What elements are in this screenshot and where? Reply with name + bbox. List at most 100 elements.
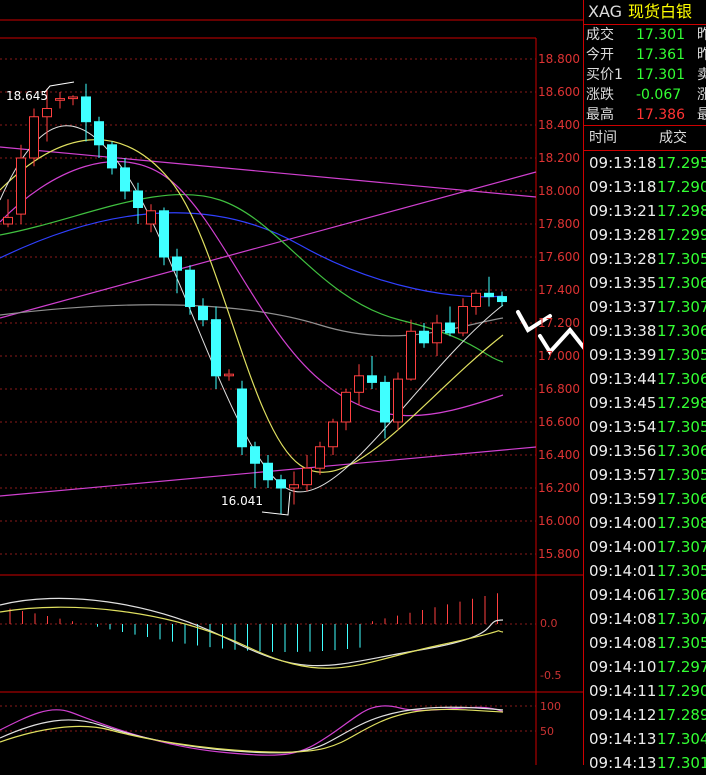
tick-time: 09:14:00 <box>589 514 657 532</box>
tick-row: 09:14:13 17.304 <box>584 727 706 751</box>
tick-price: 17.297 <box>657 658 706 676</box>
tick-price: 17.299 <box>657 226 706 244</box>
quote-label: 涨跌 <box>586 87 614 103</box>
tick-time: 09:13:18 <box>589 154 657 172</box>
tick-time: 09:13:28 <box>589 250 657 268</box>
tick-price: 17.298 <box>657 394 706 412</box>
quote-label: 成交 <box>586 27 614 43</box>
macd-axis-neg: -0.5 <box>540 669 562 682</box>
tick-header-time: 时间 <box>589 130 617 146</box>
tick-time: 09:14:06 <box>589 586 657 604</box>
tick-row: 09:13:44 17.306 <box>584 367 706 391</box>
kdj-axis-50: 50 <box>540 725 554 738</box>
tick-row: 09:14:12 17.289 <box>584 703 706 727</box>
quote-value: 17.301 <box>636 27 685 43</box>
candle-body <box>367 375 377 383</box>
candle-body <box>263 462 273 481</box>
candle-body <box>68 96 78 100</box>
candle-body <box>354 375 364 393</box>
candle-body <box>276 479 286 489</box>
candle-body <box>29 116 39 159</box>
candle-body <box>81 96 91 123</box>
quote-value: 17.301 <box>636 67 685 83</box>
price-axis-label: 17.800 <box>538 217 580 231</box>
tick-time: 09:13:56 <box>589 442 657 460</box>
quote-label: 今开 <box>586 47 614 63</box>
tick-price: 17.305 <box>657 634 706 652</box>
symbol-code: XAG <box>588 2 623 21</box>
tick-row: 09:13:45 17.298 <box>584 391 706 415</box>
price-axis-label: 17.400 <box>538 283 580 297</box>
tick-price: 17.305 <box>657 250 706 268</box>
tick-time: 09:14:08 <box>589 634 657 652</box>
tick-price: 17.307 <box>657 298 706 316</box>
macd-axis-zero: 0.0 <box>540 617 558 630</box>
tick-row: 09:14:06 17.306 <box>584 583 706 607</box>
tick-price: 17.307 <box>657 538 706 556</box>
tick-row: 09:13:39 17.305 <box>584 343 706 367</box>
tick-time: 09:13:45 <box>589 394 657 412</box>
candle-body <box>211 319 221 377</box>
quote-title: XAG 现货白银 <box>584 0 706 25</box>
tick-time: 09:14:00 <box>589 538 657 556</box>
tick-time: 09:14:08 <box>589 610 657 628</box>
tick-row: 09:13:18 17.295 <box>584 151 706 175</box>
quote-extra-label: 卖 <box>697 67 706 83</box>
candle-body <box>302 467 312 486</box>
tick-price: 17.306 <box>657 586 706 604</box>
tick-time: 09:13:59 <box>589 490 657 508</box>
tick-time: 09:13:37 <box>589 298 657 316</box>
price-axis-label: 16.000 <box>538 514 580 528</box>
tick-row: 09:13:54 17.305 <box>584 415 706 439</box>
tick-list-header: 时间 成交 <box>584 126 706 150</box>
trend-line-upper <box>0 146 537 198</box>
tick-time: 09:13:54 <box>589 418 657 436</box>
candle-body <box>419 330 429 344</box>
candle-body <box>159 210 169 258</box>
tick-time: 09:14:13 <box>589 730 657 748</box>
tick-time: 09:13:35 <box>589 274 657 292</box>
tick-time: 09:14:11 <box>589 682 657 700</box>
price-axis-label: 18.600 <box>538 85 580 99</box>
high-marker-bracket <box>43 81 75 94</box>
quote-row: 涨跌 -0.067 涨 <box>584 85 706 105</box>
tick-price: 17.306 <box>657 490 706 508</box>
tick-price: 17.306 <box>657 322 706 340</box>
tick-row: 09:13:57 17.305 <box>584 463 706 487</box>
tick-row: 09:13:21 17.298 <box>584 199 706 223</box>
candle-body <box>120 167 130 192</box>
tick-row: 09:14:13 17.301 <box>584 751 706 775</box>
candle-body <box>16 157 26 215</box>
quote-panel: XAG 现货白银 成交 17.301 昨今开 17.361 昨买价1 17.301 卖涨跌 -0… <box>583 0 706 772</box>
price-axis-label: 16.400 <box>538 448 580 462</box>
candle-body <box>484 292 494 298</box>
price-axis-label: 17.600 <box>538 250 580 264</box>
quote-row: 成交 17.301 昨 <box>584 25 706 45</box>
tick-price: 17.305 <box>657 562 706 580</box>
quote-row: 今开 17.361 昨 <box>584 45 706 65</box>
quote-label: 最高 <box>586 107 614 123</box>
tick-row: 09:13:59 17.306 <box>584 487 706 511</box>
tick-time: 09:13:39 <box>589 346 657 364</box>
price-axis-label: 16.200 <box>538 481 580 495</box>
tick-row: 09:13:18 17.290 <box>584 175 706 199</box>
tick-row: 09:13:37 17.307 <box>584 295 706 319</box>
quote-row: 买价1 17.301 卖 <box>584 65 706 85</box>
tick-price: 17.306 <box>657 370 706 388</box>
candle-body <box>55 98 65 101</box>
macd-dea-line <box>0 606 504 669</box>
tick-row: 09:14:08 17.305 <box>584 631 706 655</box>
tick-time: 09:13:44 <box>589 370 657 388</box>
kline-chart-panel[interactable]: 18.800 18.600 18.400 18.200 18.000 17.800 17.6… <box>0 0 583 765</box>
tick-price: 17.290 <box>657 682 706 700</box>
tick-price: 17.304 <box>657 730 706 748</box>
quote-extra-label: 昨 <box>697 27 706 43</box>
tick-list[interactable]: 09:13:18 17.295 09:13:18 17.290 09:13:21 17.2… <box>584 151 706 775</box>
quote-value: 17.361 <box>636 47 685 63</box>
tick-row: 09:14:10 17.297 <box>584 655 706 679</box>
candle-body <box>289 484 299 489</box>
candle-body <box>198 306 208 321</box>
candle-body <box>432 322 442 344</box>
kline-chart[interactable] <box>0 0 583 765</box>
candle-body <box>315 446 325 469</box>
